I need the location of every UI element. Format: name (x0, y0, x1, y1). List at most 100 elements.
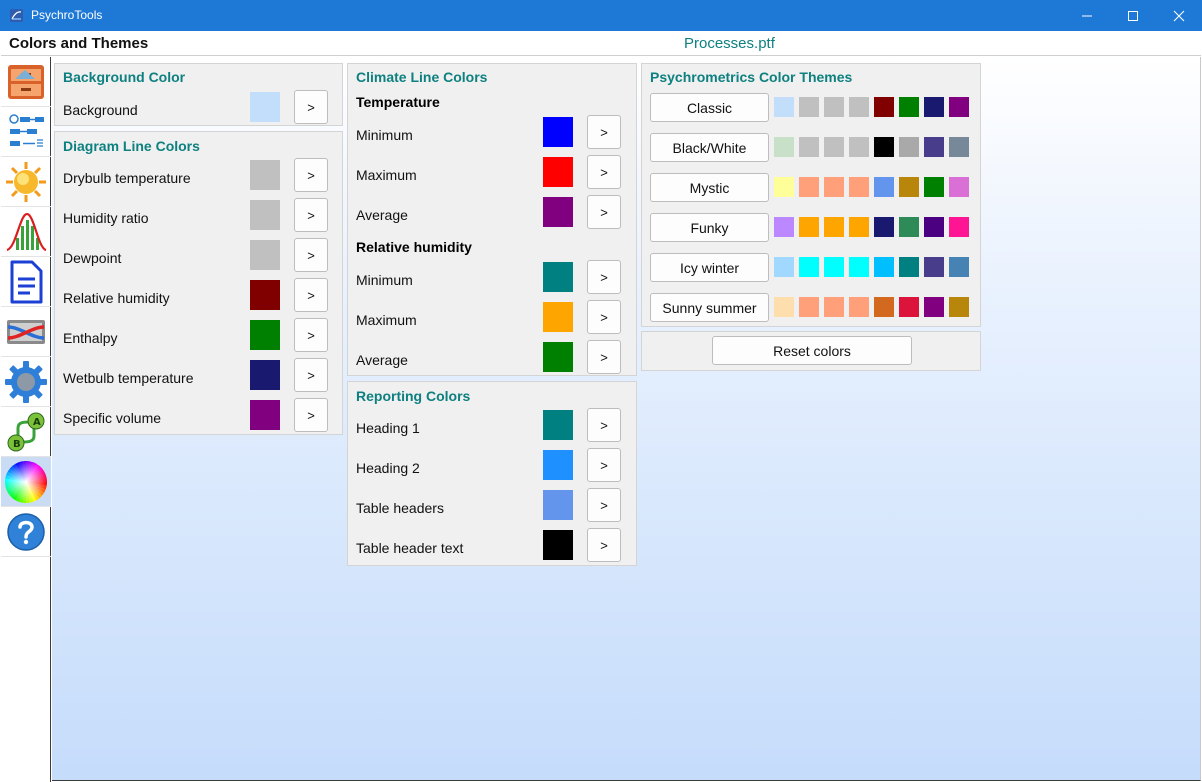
reporting-heading-2-label: Heading 2 (356, 460, 420, 476)
climate-humidity-minimum-swatch (543, 262, 573, 292)
sidebar-item-equipment[interactable] (1, 307, 51, 357)
heat-exchanger-icon (7, 319, 45, 344)
sidebar: A B (1, 57, 51, 782)
climate-temperature-average-label: Average (356, 207, 408, 223)
theme-icy-winter-swatch (849, 257, 869, 277)
theme-mystic-button[interactable]: Mystic (650, 173, 769, 202)
reporting-heading-1-select-button[interactable]: > (587, 408, 621, 442)
diagram-enthalpy-label: Enthalpy (63, 330, 118, 346)
climate-line-colors-panel: Climate Line Colors Temperature Minimum >… (347, 63, 637, 376)
reporting-table-headers-select-button[interactable]: > (587, 488, 621, 522)
theme-classic-swatch (774, 97, 794, 117)
diagram-specific-volume-swatch (250, 400, 280, 430)
diagram-dewpoint-swatch (250, 240, 280, 270)
process-flow-icon (9, 113, 44, 147)
diagram-drybulb-temperature-select-button[interactable]: > (294, 158, 328, 192)
diagram-relative-humidity-label: Relative humidity (63, 290, 170, 306)
diagram-dewpoint-select-button[interactable]: > (294, 238, 328, 272)
diagram-humidity-ratio-swatch (250, 200, 280, 230)
theme-black-white-button[interactable]: Black/White (650, 133, 769, 162)
relative-humidity-heading: Relative humidity (356, 239, 472, 255)
theme-funky-button[interactable]: Funky (650, 213, 769, 242)
color-wheel-icon (5, 460, 48, 503)
reporting-table-headers-label: Table headers (356, 500, 444, 516)
theme-mystic-swatch (874, 177, 894, 197)
cabinet-icon (8, 64, 44, 99)
theme-mystic-swatch (849, 177, 869, 197)
theme-classic-swatch (899, 97, 919, 117)
sidebar-item-settings[interactable] (1, 357, 51, 407)
sidebar-item-process[interactable] (1, 107, 51, 157)
climate-humidity-minimum-select-button[interactable]: > (587, 260, 621, 294)
diagram-specific-volume-label: Specific volume (63, 410, 162, 426)
sidebar-item-report[interactable] (1, 257, 51, 307)
climate-humidity-maximum-select-button[interactable]: > (587, 300, 621, 334)
theme-funky-swatch (774, 217, 794, 237)
file-name: Processes.ptf (684, 35, 775, 52)
climate-temperature-minimum-swatch (543, 117, 573, 147)
climate-temperature-minimum-select-button[interactable]: > (587, 115, 621, 149)
header-bar: Colors and Themes Processes.ptf (1, 31, 1201, 56)
reporting-heading-2-select-button[interactable]: > (587, 448, 621, 482)
temperature-heading: Temperature (356, 94, 440, 110)
theme-black-white-swatch (799, 137, 819, 157)
theme-icy-winter-swatch (874, 257, 894, 277)
background-select-button[interactable]: > (294, 90, 328, 124)
theme-icy-winter-swatch (899, 257, 919, 277)
theme-sunny-summer-swatch (824, 297, 844, 317)
reporting-table-header-text-swatch (543, 530, 573, 560)
climate-humidity-average-select-button[interactable]: > (587, 340, 621, 374)
theme-black-white-swatch (874, 137, 894, 157)
color-themes-panel: Psychrometrics Color Themes Classic Black… (641, 63, 981, 327)
theme-funky-swatch (824, 217, 844, 237)
theme-black-white-swatch (774, 137, 794, 157)
climate-temperature-maximum-select-button[interactable]: > (587, 155, 621, 189)
sidebar-item-compare[interactable]: A B (1, 407, 51, 457)
app-icon (10, 9, 23, 22)
theme-sunny-summer-swatch (799, 297, 819, 317)
theme-funky-swatch (924, 217, 944, 237)
diagram-humidity-ratio-select-button[interactable]: > (294, 198, 328, 232)
distribution-chart-icon (6, 212, 47, 251)
theme-classic-swatch (874, 97, 894, 117)
theme-icy-winter-swatch (799, 257, 819, 277)
sidebar-item-data[interactable] (1, 57, 51, 107)
reporting-table-header-text-select-button[interactable]: > (587, 528, 621, 562)
theme-mystic-swatch (949, 177, 969, 197)
sidebar-item-help[interactable] (1, 507, 51, 557)
close-button[interactable] (1156, 0, 1202, 31)
theme-sunny-summer-swatch (774, 297, 794, 317)
background-swatch (250, 92, 280, 122)
sidebar-item-climate[interactable] (1, 157, 51, 207)
diagram-enthalpy-select-button[interactable]: > (294, 318, 328, 352)
reporting-table-headers-swatch (543, 490, 573, 520)
climate-temperature-minimum-label: Minimum (356, 127, 413, 143)
theme-black-white-swatch (949, 137, 969, 157)
diagram-wetbulb-temperature-select-button[interactable]: > (294, 358, 328, 392)
theme-black-white-swatch (849, 137, 869, 157)
sidebar-item-colors[interactable] (1, 457, 51, 507)
maximize-button[interactable] (1110, 0, 1156, 31)
minimize-button[interactable] (1064, 0, 1110, 31)
diagram-enthalpy-swatch (250, 320, 280, 350)
diagram-specific-volume-select-button[interactable]: > (294, 398, 328, 432)
reset-panel: Reset colors (641, 331, 981, 371)
theme-sunny-summer-button[interactable]: Sunny summer (650, 293, 769, 322)
theme-black-white-swatch (899, 137, 919, 157)
theme-classic-swatch (824, 97, 844, 117)
climate-temperature-maximum-swatch (543, 157, 573, 187)
climate-temperature-average-select-button[interactable]: > (587, 195, 621, 229)
sidebar-item-statistics[interactable] (1, 207, 51, 257)
sun-icon (6, 161, 46, 202)
theme-classic-swatch (849, 97, 869, 117)
theme-sunny-summer-swatch (949, 297, 969, 317)
reporting-colors-panel: Reporting Colors Heading 1 > Heading 2 > Tab… (347, 381, 637, 566)
diagram-relative-humidity-select-button[interactable]: > (294, 278, 328, 312)
document-icon (10, 260, 43, 303)
reset-colors-button[interactable]: Reset colors (712, 336, 912, 365)
theme-icy-winter-swatch (824, 257, 844, 277)
theme-icy-winter-button[interactable]: Icy winter (650, 253, 769, 282)
theme-classic-button[interactable]: Classic (650, 93, 769, 122)
theme-icy-winter-swatch (949, 257, 969, 277)
climate-humidity-average-swatch (543, 342, 573, 372)
